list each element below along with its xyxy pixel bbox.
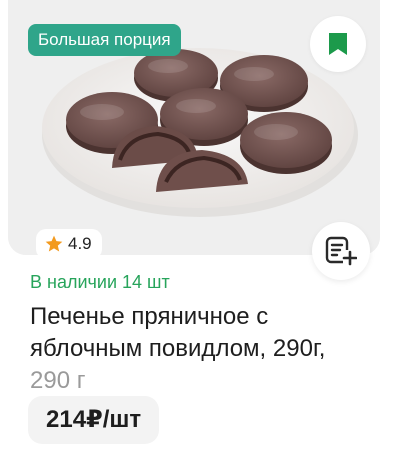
rating-value: 4.9 xyxy=(68,234,92,253)
promo-badge: Большая порция xyxy=(28,24,181,56)
product-title-text: Печенье пряничное с яблочным повидлом, 2… xyxy=(30,303,326,362)
product-weight: 290 г xyxy=(30,367,86,394)
bookmark-button[interactable] xyxy=(310,16,366,72)
stock-status: В наличии 14 шт xyxy=(30,272,170,292)
price-label: 214₽/шт xyxy=(28,396,160,444)
product-card[interactable]: Большая порция 4.9 В наличии 14 шт Печен… xyxy=(0,0,410,468)
add-to-list-button[interactable] xyxy=(312,222,370,280)
list-add-icon xyxy=(325,236,357,266)
rating-badge: 4.9 xyxy=(36,229,102,259)
star-icon xyxy=(45,235,63,252)
product-title[interactable]: Печенье пряничное с яблочным повидлом, 2… xyxy=(30,301,370,397)
bookmark-icon xyxy=(329,33,347,55)
